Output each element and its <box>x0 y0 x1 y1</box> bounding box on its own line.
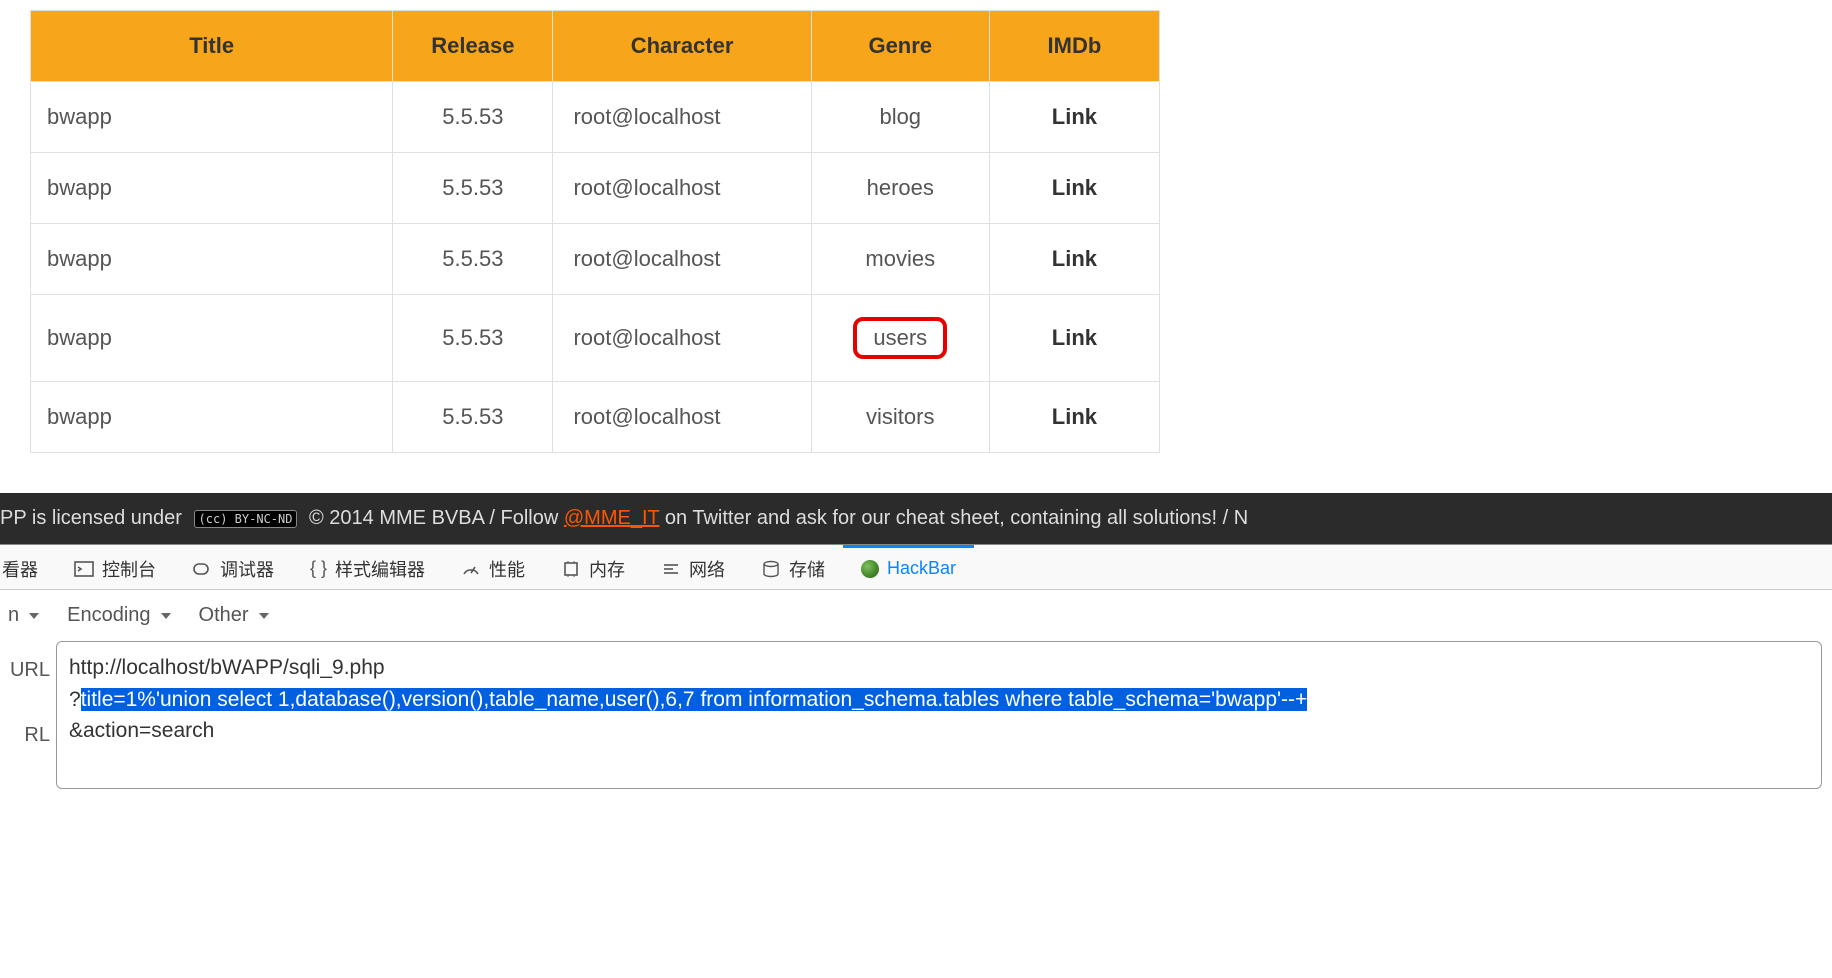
tab-style-editor-label: 样式编辑器 <box>335 556 425 582</box>
tab-inspector-label: 看器 <box>2 556 38 582</box>
hackbar-icon <box>861 560 879 578</box>
cell-character: root@localhost <box>553 82 811 153</box>
toolbar-other-dropdown[interactable]: Other <box>199 604 269 627</box>
page-content: Title Release Character Genre IMDb bwapp… <box>0 0 1832 493</box>
tab-memory-label: 内存 <box>589 556 625 582</box>
cell-release: 5.5.53 <box>393 153 553 224</box>
imdb-link[interactable]: Link <box>989 295 1159 382</box>
tab-performance[interactable]: 性能 <box>443 543 543 592</box>
col-title: Title <box>31 11 393 82</box>
qmark: ? <box>69 688 81 711</box>
console-icon <box>74 559 94 579</box>
toolbar-first-label: n <box>8 604 19 627</box>
table-row: bwapp5.5.53root@localhost users Link <box>31 295 1160 382</box>
mme-twitter-link[interactable]: @MME_IT <box>564 507 660 529</box>
url-selected-text: title=1%'union select 1,database(),versi… <box>81 688 1308 711</box>
url-line1: http://localhost/bWAPP/sqli_9.php <box>69 652 1809 684</box>
tab-network[interactable]: 网络 <box>643 543 743 592</box>
cell-release: 5.5.53 <box>393 295 553 382</box>
toolbar-unknown-dropdown[interactable]: n <box>8 604 39 627</box>
tab-network-label: 网络 <box>689 556 725 582</box>
table-row: bwapp5.5.53root@localhostmoviesLink <box>31 224 1160 295</box>
tab-performance-label: 性能 <box>489 556 525 582</box>
devtools-tab-bar: 看器 控制台 调试器 { } 样式编辑器 性能 内存 网络 存储 HackBar <box>0 544 1832 590</box>
footer-bar: PP is licensed under (cc) BY-NC-ND © 201… <box>0 493 1832 544</box>
tab-hackbar-label: HackBar <box>887 558 956 579</box>
cell-release: 5.5.53 <box>393 224 553 295</box>
url-input[interactable]: http://localhost/bWAPP/sqli_9.php ?title… <box>56 641 1822 789</box>
braces-icon: { } <box>310 558 327 579</box>
cell-genre: heroes <box>811 153 989 224</box>
caret-down-icon <box>29 613 39 619</box>
cell-character: root@localhost <box>553 382 811 453</box>
caret-down-icon <box>161 613 171 619</box>
results-table: Title Release Character Genre IMDb bwapp… <box>30 10 1160 453</box>
cell-genre: visitors <box>811 382 989 453</box>
col-release: Release <box>393 11 553 82</box>
toolbar-encoding-dropdown[interactable]: Encoding <box>67 604 170 627</box>
col-character: Character <box>553 11 811 82</box>
url-line2: ?title=1%'union select 1,database(),vers… <box>69 684 1809 716</box>
tab-hackbar[interactable]: HackBar <box>843 545 974 589</box>
cell-character: root@localhost <box>553 224 811 295</box>
imdb-link[interactable]: Link <box>989 224 1159 295</box>
imdb-link[interactable]: Link <box>989 153 1159 224</box>
tab-style-editor[interactable]: { } 样式编辑器 <box>292 543 443 592</box>
footer-text-start: PP is licensed under <box>0 507 182 529</box>
cell-genre: users <box>811 295 989 382</box>
cell-title: bwapp <box>31 82 393 153</box>
toolbar-encoding-label: Encoding <box>67 604 150 627</box>
cell-release: 5.5.53 <box>393 82 553 153</box>
table-header-row: Title Release Character Genre IMDb <box>31 11 1160 82</box>
toolbar-other-label: Other <box>199 604 249 627</box>
cell-genre: movies <box>811 224 989 295</box>
memory-icon <box>561 559 581 579</box>
tab-debugger-label: 调试器 <box>220 556 274 582</box>
table-row: bwapp5.5.53root@localhostblogLink <box>31 82 1160 153</box>
tab-storage-label: 存储 <box>789 556 825 582</box>
network-icon <box>661 559 681 579</box>
tab-debugger[interactable]: 调试器 <box>174 543 292 592</box>
cell-title: bwapp <box>31 224 393 295</box>
footer-rest: on Twitter and ask for our cheat sheet, … <box>665 507 1248 529</box>
table-row: bwapp5.5.53root@localhostvisitorsLink <box>31 382 1160 453</box>
cell-character: root@localhost <box>553 153 811 224</box>
tab-memory[interactable]: 内存 <box>543 543 643 592</box>
url-label: URL <box>0 659 50 682</box>
hackbar-body: URL RL http://localhost/bWAPP/sqli_9.php… <box>0 641 1832 799</box>
cell-title: bwapp <box>31 382 393 453</box>
storage-icon <box>761 559 781 579</box>
cell-character: root@localhost <box>553 295 811 382</box>
footer-copyright: © 2014 MME BVBA / Follow <box>309 507 558 529</box>
tab-console[interactable]: 控制台 <box>56 543 174 592</box>
cc-license-badge[interactable]: (cc) BY-NC-ND <box>194 510 298 528</box>
rl-label: RL <box>0 724 50 747</box>
tab-storage[interactable]: 存储 <box>743 543 843 592</box>
caret-down-icon <box>259 613 269 619</box>
highlighted-genre: users <box>853 317 947 359</box>
tab-inspector[interactable]: 看器 <box>0 543 56 592</box>
cell-release: 5.5.53 <box>393 382 553 453</box>
imdb-link[interactable]: Link <box>989 82 1159 153</box>
cell-genre: blog <box>811 82 989 153</box>
cell-title: bwapp <box>31 295 393 382</box>
url-line3: &action=search <box>69 715 1809 747</box>
debugger-icon <box>192 559 212 579</box>
cell-title: bwapp <box>31 153 393 224</box>
tab-console-label: 控制台 <box>102 556 156 582</box>
imdb-link[interactable]: Link <box>989 382 1159 453</box>
col-genre: Genre <box>811 11 989 82</box>
gauge-icon <box>461 559 481 579</box>
hackbar-toolbar: n Encoding Other <box>0 590 1832 641</box>
side-labels: URL RL <box>0 641 56 789</box>
col-imdb: IMDb <box>989 11 1159 82</box>
table-row: bwapp5.5.53root@localhostheroesLink <box>31 153 1160 224</box>
